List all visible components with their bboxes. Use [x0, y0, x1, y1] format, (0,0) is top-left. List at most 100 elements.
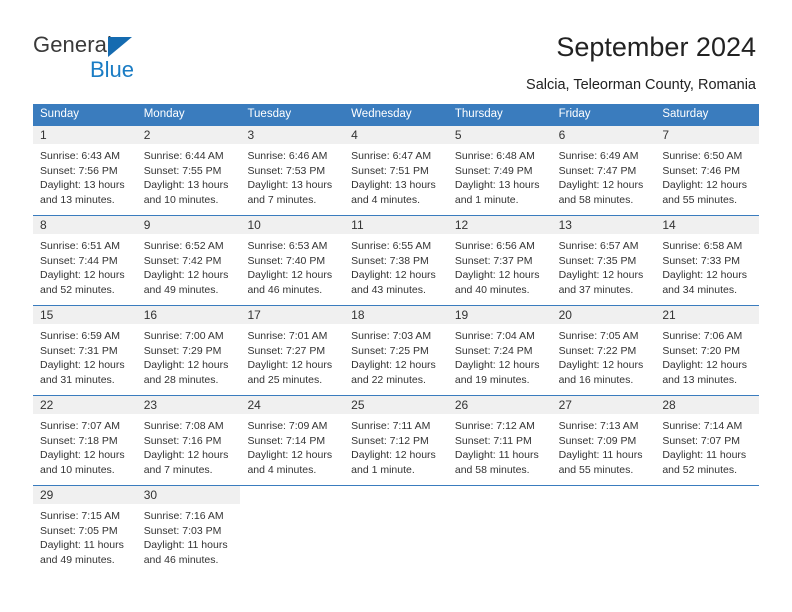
sunset-text: Sunset: 7:51 PM [351, 164, 429, 177]
day-details: Sunrise: 7:08 AM Sunset: 7:16 PM Daylight:… [137, 414, 241, 477]
daylight-text-line1: Daylight: 11 hours [40, 539, 124, 552]
calendar-day-cell[interactable]: 15 Sunrise: 6:59 AM Sunset: 7:31 PM Dayligh… [33, 306, 137, 394]
daylight-text-line1: Daylight: 12 hours [558, 359, 644, 372]
sunrise-text: Sunrise: 6:55 AM [351, 240, 432, 252]
daylight-text-line2: and 37 minutes. [558, 283, 634, 296]
day-number-band [240, 486, 345, 504]
daylight-text-line1: Daylight: 11 hours [454, 449, 539, 462]
calendar-day-cell[interactable]: 14 Sunrise: 6:58 AM Sunset: 7:33 PM Dayligh… [655, 216, 760, 304]
calendar-day-cell[interactable]: 1 Sunrise: 6:43 AM Sunset: 7:56 PM Daylight… [33, 126, 137, 214]
calendar-day-cell[interactable]: 9 Sunrise: 6:52 AM Sunset: 7:42 PM Daylight… [136, 216, 241, 304]
calendar-day-cell[interactable]: 2 Sunrise: 6:44 AM Sunset: 7:55 PM Daylight… [136, 126, 241, 214]
daylight-text-line2: and 52 minutes. [662, 463, 738, 476]
day-number: 20 [558, 308, 572, 322]
day-number: 28 [662, 398, 676, 412]
day-details: Sunrise: 7:03 AM Sunset: 7:25 PM Daylight:… [344, 324, 448, 387]
calendar-day-cell[interactable]: 24 Sunrise: 7:09 AM Sunset: 7:14 PM Dayligh… [240, 396, 345, 484]
day-details: Sunrise: 6:46 AM Sunset: 7:53 PM Daylight:… [240, 144, 344, 207]
calendar-day-cell[interactable]: 10 Sunrise: 6:53 AM Sunset: 7:40 PM Dayligh… [240, 216, 345, 304]
daylight-text-line2: and 55 minutes. [558, 463, 634, 476]
sunset-text: Sunset: 7:27 PM [247, 344, 326, 357]
day-number-band: 14 [655, 216, 760, 234]
calendar-day-cell[interactable]: 17 Sunrise: 7:01 AM Sunset: 7:27 PM Dayligh… [240, 306, 345, 394]
daylight-text-line1: Daylight: 12 hours [454, 269, 540, 282]
calendar-week-row: 22 Sunrise: 7:07 AM Sunset: 7:18 PM Dayligh… [33, 395, 760, 484]
sunrise-text: Sunrise: 7:06 AM [662, 330, 743, 342]
daylight-text-line1: Daylight: 13 hours [454, 179, 540, 192]
sunrise-text: Sunrise: 7:11 AM [351, 420, 431, 432]
daylight-text-line1: Daylight: 13 hours [40, 179, 125, 192]
calendar-weeks: 1 Sunrise: 6:43 AM Sunset: 7:56 PM Daylight… [33, 125, 760, 574]
sunrise-text: Sunrise: 7:03 AM [351, 330, 432, 342]
generalblue-logo[interactable]: General Blue [33, 32, 233, 84]
page-header: General Blue September 2024 Salcia, Tele… [0, 0, 792, 100]
calendar-day-cell[interactable]: 21 Sunrise: 7:06 AM Sunset: 7:20 PM Dayligh… [655, 306, 760, 394]
sunset-text: Sunset: 7:25 PM [351, 344, 429, 357]
calendar-day-cell[interactable]: 4 Sunrise: 6:47 AM Sunset: 7:51 PM Daylight… [344, 126, 448, 214]
daylight-text-line1: Daylight: 12 hours [40, 449, 125, 462]
sunset-text: Sunset: 7:29 PM [143, 344, 222, 357]
day-number: 3 [247, 128, 255, 142]
day-details: Sunrise: 6:47 AM Sunset: 7:51 PM Daylight:… [344, 144, 448, 207]
calendar-day-cell[interactable]: 29 Sunrise: 7:15 AM Sunset: 7:05 PM Dayligh… [33, 486, 137, 574]
day-number: 27 [558, 398, 572, 412]
calendar-day-cell[interactable]: 12 Sunrise: 6:56 AM Sunset: 7:37 PM Dayligh… [447, 216, 552, 304]
calendar-day-cell[interactable]: 8 Sunrise: 6:51 AM Sunset: 7:44 PM Daylight… [33, 216, 137, 304]
calendar-day-cell[interactable]: 16 Sunrise: 7:00 AM Sunset: 7:29 PM Dayligh… [136, 306, 241, 394]
sunset-text: Sunset: 7:24 PM [454, 344, 533, 357]
logo-triangle-icon [108, 37, 132, 57]
day-details: Sunrise: 6:44 AM Sunset: 7:55 PM Daylight:… [137, 144, 241, 207]
day-number-band: 2 [136, 126, 241, 144]
day-number: 15 [40, 308, 54, 322]
day-details: Sunrise: 6:51 AM Sunset: 7:44 PM Daylight:… [33, 234, 137, 297]
calendar-day-cell[interactable]: 7 Sunrise: 6:50 AM Sunset: 7:46 PM Daylight… [655, 126, 760, 214]
daylight-text-line1: Daylight: 12 hours [558, 179, 644, 192]
day-number-band: 17 [240, 306, 345, 324]
calendar-day-cell[interactable]: 18 Sunrise: 7:03 AM Sunset: 7:25 PM Dayligh… [344, 306, 448, 394]
sunset-text: Sunset: 7:47 PM [558, 164, 637, 177]
calendar-day-cell[interactable]: 11 Sunrise: 6:55 AM Sunset: 7:38 PM Dayligh… [344, 216, 448, 304]
day-number: 5 [454, 128, 462, 142]
calendar-day-cell[interactable]: 26 Sunrise: 7:12 AM Sunset: 7:11 PM Dayligh… [447, 396, 552, 484]
calendar-day-cell[interactable]: 30 Sunrise: 7:16 AM Sunset: 7:03 PM Dayligh… [136, 486, 241, 574]
calendar-day-cell[interactable]: 3 Sunrise: 6:46 AM Sunset: 7:53 PM Daylight… [240, 126, 345, 214]
page-title: September 2024 [556, 32, 756, 62]
daylight-text-line1: Daylight: 13 hours [247, 179, 333, 192]
sunrise-text: Sunrise: 6:48 AM [454, 150, 535, 162]
sunset-text: Sunset: 7:42 PM [143, 254, 222, 267]
daylight-text-line1: Daylight: 12 hours [351, 449, 436, 462]
weekday-header-sunday: Sunday [40, 108, 80, 120]
calendar-day-cell[interactable]: 20 Sunrise: 7:05 AM Sunset: 7:22 PM Dayligh… [551, 306, 656, 394]
daylight-text-line2: and 16 minutes. [558, 373, 634, 386]
calendar-day-cell[interactable]: 6 Sunrise: 6:49 AM Sunset: 7:47 PM Daylight… [551, 126, 656, 214]
calendar-day-cell[interactable]: 25 Sunrise: 7:11 AM Sunset: 7:12 PM Dayligh… [344, 396, 448, 484]
daylight-text-line2: and 55 minutes. [662, 193, 738, 206]
day-number-band: 4 [344, 126, 448, 144]
daylight-text-line1: Daylight: 12 hours [143, 359, 229, 372]
daylight-text-line2: and 13 minutes. [662, 373, 738, 386]
daylight-text-line1: Daylight: 11 hours [143, 539, 228, 552]
day-details: Sunrise: 6:50 AM Sunset: 7:46 PM Daylight:… [655, 144, 759, 207]
daylight-text-line2: and 46 minutes. [247, 283, 323, 296]
sunset-text: Sunset: 7:44 PM [40, 254, 118, 267]
calendar-day-cell[interactable]: 28 Sunrise: 7:14 AM Sunset: 7:07 PM Dayligh… [655, 396, 760, 484]
calendar-day-cell[interactable]: 5 Sunrise: 6:48 AM Sunset: 7:49 PM Daylight… [447, 126, 552, 214]
sunset-text: Sunset: 7:07 PM [662, 434, 740, 447]
calendar-day-cell[interactable]: 22 Sunrise: 7:07 AM Sunset: 7:18 PM Dayligh… [33, 396, 137, 484]
calendar-day-cell[interactable]: 23 Sunrise: 7:08 AM Sunset: 7:16 PM Dayligh… [136, 396, 241, 484]
day-number-band: 24 [240, 396, 345, 414]
day-details: Sunrise: 7:13 AM Sunset: 7:09 PM Daylight:… [552, 414, 656, 477]
calendar-week-row: 29 Sunrise: 7:15 AM Sunset: 7:05 PM Dayligh… [33, 485, 760, 574]
weekday-header-saturday: Saturday [662, 108, 709, 120]
day-number: 19 [454, 308, 469, 322]
sunrise-text: Sunrise: 6:52 AM [143, 240, 224, 252]
calendar-day-cell[interactable]: 19 Sunrise: 7:04 AM Sunset: 7:24 PM Dayligh… [447, 306, 552, 394]
calendar-day-cell[interactable]: 27 Sunrise: 7:13 AM Sunset: 7:09 PM Dayligh… [551, 396, 656, 484]
sunset-text: Sunset: 7:37 PM [454, 254, 533, 267]
daylight-text-line2: and 4 minutes. [247, 463, 317, 476]
calendar-day-cell[interactable]: 13 Sunrise: 6:57 AM Sunset: 7:35 PM Dayligh… [551, 216, 656, 304]
day-number: 26 [454, 398, 469, 412]
sunset-text: Sunset: 7:12 PM [351, 434, 429, 447]
sunset-text: Sunset: 7:14 PM [247, 434, 326, 447]
day-details [240, 504, 344, 509]
